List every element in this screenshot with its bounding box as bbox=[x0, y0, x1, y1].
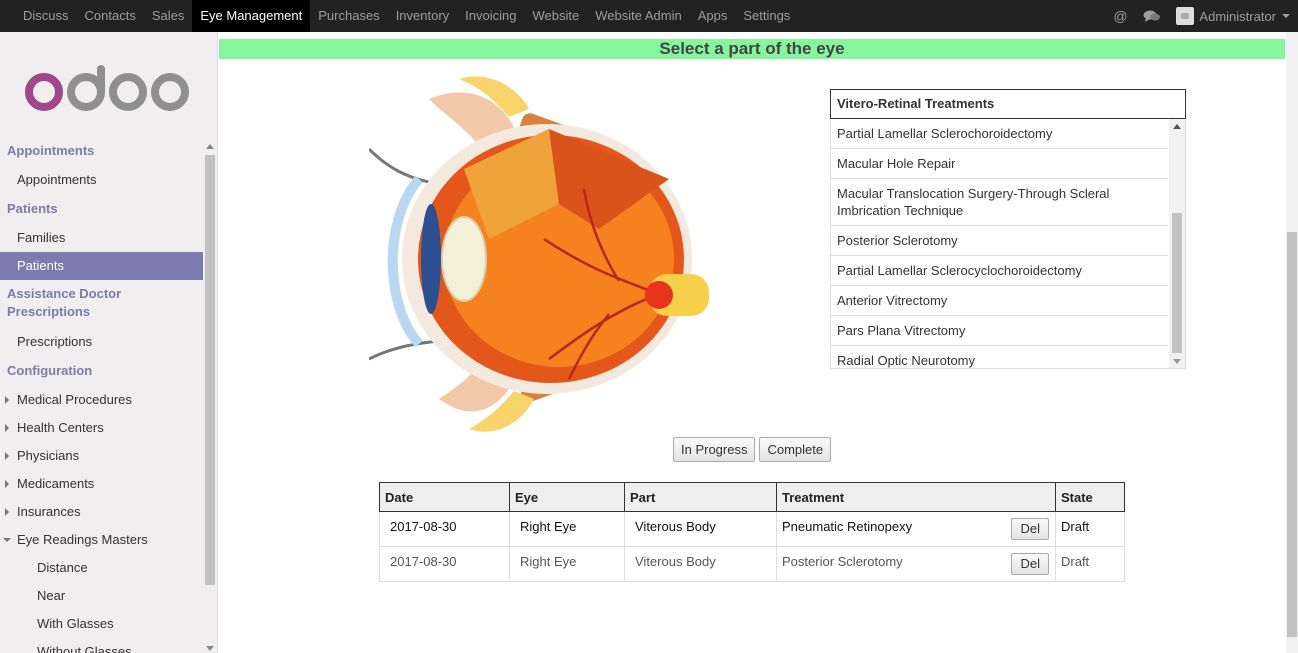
in-progress-button[interactable]: In Progress bbox=[673, 437, 756, 462]
odoo-logo bbox=[25, 65, 189, 111]
menu-apps[interactable]: Apps bbox=[690, 0, 736, 32]
menu-settings[interactable]: Settings bbox=[735, 0, 798, 32]
sidebar-item-with-glasses[interactable]: With Glasses bbox=[0, 610, 203, 638]
sidebar-item-health-centers[interactable]: Health Centers bbox=[0, 414, 203, 442]
sidebar-item-medical-procedures[interactable]: Medical Procedures bbox=[0, 386, 203, 414]
treatment-item[interactable]: Partial Lamellar Sclerochoroidectomy bbox=[831, 119, 1168, 149]
chevron-down-icon bbox=[1282, 14, 1290, 18]
treatment-item[interactable]: Anterior Vitrectomy bbox=[831, 286, 1168, 316]
chat-icon[interactable] bbox=[1142, 6, 1162, 26]
sidebar: Appointments Appointments Patients Famil… bbox=[0, 32, 218, 653]
delete-button[interactable]: Del bbox=[1011, 553, 1049, 575]
scrollbar-thumb[interactable] bbox=[205, 155, 215, 585]
vitero-retinal-treatments-list: Vitero-Retinal Treatments Partial Lamell… bbox=[830, 89, 1186, 369]
menu-purchases[interactable]: Purchases bbox=[310, 0, 387, 32]
treatments-scrollbar[interactable] bbox=[1169, 119, 1185, 368]
at-icon[interactable]: @ bbox=[1110, 6, 1130, 26]
treatment-item[interactable]: Radial Optic Neurotomy bbox=[831, 346, 1168, 368]
table-row: 2017-08-30 Right Eye Viterous Body Poste… bbox=[379, 546, 1125, 582]
sidebar-scrollbar[interactable] bbox=[204, 140, 216, 653]
top-navbar: Discuss Contacts Sales Eye Management Pu… bbox=[0, 0, 1298, 32]
navbar-right: @ Administrator bbox=[1104, 0, 1290, 32]
status-buttons: In Progress Complete bbox=[673, 437, 832, 462]
cell-eye: Right Eye bbox=[509, 511, 625, 547]
section-configuration: Configuration bbox=[7, 363, 93, 378]
treatment-item[interactable]: Pars Plana Vitrectomy bbox=[831, 316, 1168, 346]
user-name: Administrator bbox=[1199, 8, 1276, 24]
sidebar-item-physicians[interactable]: Physicians bbox=[0, 442, 203, 470]
menu-invoicing[interactable]: Invoicing bbox=[457, 0, 524, 32]
scroll-down-icon[interactable] bbox=[206, 646, 214, 651]
cell-date: 2017-08-30 bbox=[379, 546, 510, 582]
menu-discuss[interactable]: Discuss bbox=[15, 0, 77, 32]
app-menu: Discuss Contacts Sales Eye Management Pu… bbox=[15, 0, 798, 32]
treatment-name: Posterior Sclerotomy bbox=[782, 554, 903, 569]
menu-contacts[interactable]: Contacts bbox=[77, 0, 144, 32]
sidebar-item-patients[interactable]: Patients bbox=[0, 252, 203, 280]
scrollbar-thumb[interactable] bbox=[1287, 232, 1297, 637]
cell-part: Viterous Body bbox=[624, 546, 777, 582]
sidebar-item-insurances[interactable]: Insurances bbox=[0, 498, 203, 526]
treatment-name: Pneumatic Retinopexy bbox=[782, 519, 913, 534]
sidebar-item-families[interactable]: Families bbox=[0, 224, 203, 252]
sidebar-item-medicaments[interactable]: Medicaments bbox=[0, 470, 203, 498]
treatment-item[interactable]: Macular Hole Repair bbox=[831, 149, 1168, 179]
complete-button[interactable]: Complete bbox=[759, 437, 832, 462]
scroll-up-icon[interactable] bbox=[1173, 124, 1181, 129]
selected-treatments-table: Date Eye Part Treatment State 2017-08-30… bbox=[379, 482, 1125, 582]
section-appointments: Appointments bbox=[7, 143, 95, 158]
section-assistance-doctor-prescriptions: Assistance Doctor Prescriptions bbox=[7, 286, 122, 319]
table-row: 2017-08-30 Right Eye Viterous Body Pneum… bbox=[379, 511, 1125, 547]
column-header-date: Date bbox=[379, 482, 510, 512]
cell-state: Draft bbox=[1055, 511, 1125, 547]
sidebar-item-near[interactable]: Near bbox=[0, 582, 203, 610]
cell-eye: Right Eye bbox=[509, 546, 625, 582]
scroll-down-icon[interactable] bbox=[1173, 359, 1181, 364]
treatment-item[interactable]: Posterior Sclerotomy bbox=[831, 226, 1168, 256]
cell-treatment: Pneumatic Retinopexy Del bbox=[776, 511, 1056, 547]
sidebar-item-eye-readings-masters[interactable]: Eye Readings Masters bbox=[0, 526, 203, 554]
page-title: Select a part of the eye bbox=[219, 39, 1285, 59]
main-content: Select a part of the eye Vitero-Retinal … bbox=[219, 32, 1286, 653]
column-header-treatment: Treatment bbox=[776, 482, 1056, 512]
cell-state: Draft bbox=[1055, 546, 1125, 582]
cell-date: 2017-08-30 bbox=[379, 511, 510, 547]
treatment-item[interactable]: Partial Lamellar Sclerocyclochoroidectom… bbox=[831, 256, 1168, 286]
menu-eye-management[interactable]: Eye Management bbox=[192, 0, 311, 32]
cell-treatment: Posterior Sclerotomy Del bbox=[776, 546, 1056, 582]
scrollbar-thumb[interactable] bbox=[1172, 213, 1182, 353]
scroll-up-icon[interactable] bbox=[206, 144, 214, 149]
menu-website[interactable]: Website bbox=[524, 0, 587, 32]
menu-website-admin[interactable]: Website Admin bbox=[587, 0, 689, 32]
delete-button[interactable]: Del bbox=[1011, 518, 1049, 540]
sidebar-item-without-glasses[interactable]: Without Glasses bbox=[0, 638, 203, 653]
sidebar-item-appointments[interactable]: Appointments bbox=[0, 166, 203, 194]
cell-part: Viterous Body bbox=[624, 511, 777, 547]
column-header-state: State bbox=[1055, 482, 1125, 512]
avatar bbox=[1176, 7, 1195, 25]
user-menu[interactable]: Administrator bbox=[1176, 7, 1290, 25]
sidebar-menu: Appointments Appointments Patients Famil… bbox=[0, 136, 203, 653]
column-header-part: Part bbox=[624, 482, 777, 512]
treatments-title: Vitero-Retinal Treatments bbox=[830, 89, 1186, 119]
menu-sales[interactable]: Sales bbox=[144, 0, 193, 32]
sidebar-item-distance[interactable]: Distance bbox=[0, 554, 203, 582]
eye-anatomy-image[interactable] bbox=[369, 69, 719, 439]
treatment-item[interactable]: Macular Translocation Surgery-Through Sc… bbox=[831, 179, 1168, 226]
menu-inventory[interactable]: Inventory bbox=[388, 0, 457, 32]
treatments-scroll-area: Partial Lamellar Sclerochoroidectomy Mac… bbox=[830, 119, 1186, 369]
column-header-eye: Eye bbox=[509, 482, 625, 512]
main-scrollbar[interactable] bbox=[1286, 32, 1298, 653]
section-patients: Patients bbox=[7, 201, 58, 216]
sidebar-item-prescriptions[interactable]: Prescriptions bbox=[0, 328, 203, 356]
